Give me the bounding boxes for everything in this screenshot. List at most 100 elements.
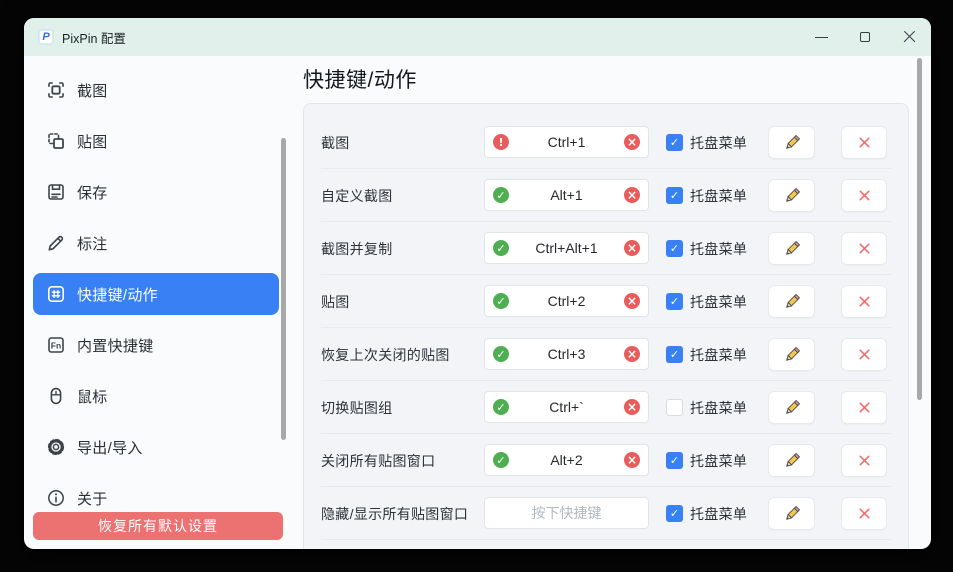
hotkey-status-icon: ✓	[493, 452, 509, 468]
sidebar-item-save[interactable]: 保存	[33, 171, 279, 213]
action-label: 关闭所有贴图窗口	[321, 434, 435, 487]
pencil-icon	[783, 293, 801, 311]
delete-x-icon	[857, 347, 872, 362]
delete-x-icon	[857, 241, 872, 256]
tray-menu-checkbox[interactable]	[666, 505, 683, 522]
delete-row-button[interactable]	[841, 126, 887, 159]
hash-icon	[46, 284, 66, 304]
delete-x-icon	[857, 294, 872, 309]
window-controls	[799, 18, 931, 56]
sidebar-item-label: 贴图	[77, 131, 108, 152]
desktop-background: P PixPin 配置 截图 贴图 保存 标	[0, 0, 953, 572]
tray-menu-checkbox[interactable]	[666, 346, 683, 363]
close-icon	[903, 31, 916, 44]
edit-hotkey-button[interactable]	[768, 126, 815, 159]
sidebar-item-pin[interactable]: 贴图	[33, 120, 279, 162]
shortcut-row: 切换贴图组 ✓ Ctrl+` × 托盘菜单	[304, 381, 908, 434]
delete-row-button[interactable]	[841, 391, 887, 424]
info-icon	[46, 488, 66, 508]
shortcut-row: 恢复上次关闭的贴图 ✓ Ctrl+3 × 托盘菜单	[304, 328, 908, 381]
page-title: 快捷键/动作	[303, 64, 417, 94]
maximize-icon	[860, 32, 870, 42]
hotkey-input[interactable]: ✓ Alt+2 ×	[484, 444, 649, 476]
tray-menu-checkbox[interactable]	[666, 240, 683, 257]
tray-menu-label: 托盘菜单	[690, 328, 747, 381]
sidebar-item-export-import[interactable]: 导出/导入	[33, 426, 279, 468]
shortcut-row: 贴图 ✓ Ctrl+2 × 托盘菜单	[304, 275, 908, 328]
clear-hotkey-icon[interactable]: ×	[624, 293, 640, 309]
hotkey-input[interactable]: ✓ Ctrl+2 ×	[484, 285, 649, 317]
edit-hotkey-button[interactable]	[768, 444, 815, 477]
hotkey-input[interactable]: ✓ Ctrl+` ×	[484, 391, 649, 423]
tray-menu-checkbox[interactable]	[666, 399, 683, 416]
tray-menu-checkbox[interactable]	[666, 452, 683, 469]
clear-hotkey-icon[interactable]: ×	[624, 240, 640, 256]
action-label: 贴图	[321, 275, 350, 328]
shortcut-list: 截图 ! Ctrl+1 × 托盘菜单 自定义截图	[303, 103, 909, 549]
hotkey-status-icon: ✓	[493, 240, 509, 256]
clear-hotkey-icon[interactable]: ×	[624, 346, 640, 362]
titlebar: P PixPin 配置	[24, 18, 931, 56]
edit-hotkey-button[interactable]	[768, 232, 815, 265]
sidebar-item-label: 鼠标	[77, 386, 108, 407]
tray-menu-label: 托盘菜单	[690, 222, 747, 275]
sidebar-item-mouse[interactable]: 鼠标	[33, 375, 279, 417]
hotkey-input[interactable]: ✓ Ctrl+3 ×	[484, 338, 649, 370]
hotkey-input[interactable]: ✓ Ctrl+Alt+1 ×	[484, 232, 649, 264]
tray-menu-label: 托盘菜单	[690, 381, 747, 434]
hotkey-status-icon: ✓	[493, 346, 509, 362]
svg-text:Fn: Fn	[51, 340, 61, 350]
edit-hotkey-button[interactable]	[768, 179, 815, 212]
clear-hotkey-icon[interactable]: ×	[624, 452, 640, 468]
pencil-icon	[783, 346, 801, 364]
tray-menu-checkbox[interactable]	[666, 134, 683, 151]
edit-hotkey-button[interactable]	[768, 338, 815, 371]
hotkey-status-icon: !	[493, 134, 509, 150]
shortcut-row: 自定义截图 ✓ Alt+1 × 托盘菜单	[304, 169, 908, 222]
delete-x-icon	[857, 453, 872, 468]
sidebar-nav: 截图 贴图 保存 标注 快捷键/动作 Fn 内置快捷键	[33, 69, 279, 519]
delete-row-button[interactable]	[841, 338, 887, 371]
sidebar-item-label: 关于	[77, 488, 108, 509]
shortcut-row: 关闭所有贴图窗口 ✓ Alt+2 × 托盘菜单	[304, 434, 908, 487]
pencil-icon	[783, 240, 801, 258]
clear-hotkey-icon[interactable]: ×	[624, 399, 640, 415]
edit-hotkey-button[interactable]	[768, 285, 815, 318]
maximize-button[interactable]	[843, 18, 887, 56]
hotkey-input[interactable]: ✓ Alt+1 ×	[484, 179, 649, 211]
clear-hotkey-icon[interactable]: ×	[624, 134, 640, 150]
delete-row-button[interactable]	[841, 497, 887, 530]
sidebar-item-annotate[interactable]: 标注	[33, 222, 279, 264]
tray-menu-checkbox[interactable]	[666, 293, 683, 310]
clear-hotkey-icon[interactable]: ×	[624, 187, 640, 203]
close-button[interactable]	[887, 18, 931, 56]
pencil-icon	[783, 134, 801, 152]
action-label: 切换贴图组	[321, 381, 393, 434]
tray-menu-label: 托盘菜单	[690, 487, 747, 540]
hotkey-input[interactable]: 按下快捷键	[484, 497, 649, 529]
sidebar-item-hotkeys-actions[interactable]: 快捷键/动作	[33, 273, 279, 315]
tray-menu-checkbox[interactable]	[666, 187, 683, 204]
shortcut-row: 截图 ! Ctrl+1 × 托盘菜单	[304, 116, 908, 169]
delete-row-button[interactable]	[841, 232, 887, 265]
pencil-icon	[783, 399, 801, 417]
tray-menu-label: 托盘菜单	[690, 169, 747, 222]
copy-icon	[46, 131, 66, 151]
edit-hotkey-button[interactable]	[768, 497, 815, 530]
gear-icon	[46, 437, 66, 457]
reset-all-defaults-button[interactable]: 恢复所有默认设置	[33, 512, 283, 540]
pixpin-config-window: P PixPin 配置 截图 贴图 保存 标	[24, 18, 931, 549]
sidebar-item-builtin-hotkeys[interactable]: Fn 内置快捷键	[33, 324, 279, 366]
sidebar-item-label: 快捷键/动作	[77, 284, 158, 305]
fn-icon: Fn	[46, 335, 66, 355]
row-divider	[321, 539, 891, 540]
hotkey-input[interactable]: ! Ctrl+1 ×	[484, 126, 649, 158]
content-scrollbar[interactable]	[917, 58, 922, 400]
delete-row-button[interactable]	[841, 285, 887, 318]
delete-row-button[interactable]	[841, 179, 887, 212]
sidebar-item-screenshot[interactable]: 截图	[33, 69, 279, 111]
delete-row-button[interactable]	[841, 444, 887, 477]
edit-hotkey-button[interactable]	[768, 391, 815, 424]
minimize-button[interactable]	[799, 18, 843, 56]
sidebar-scrollbar[interactable]	[281, 138, 286, 440]
